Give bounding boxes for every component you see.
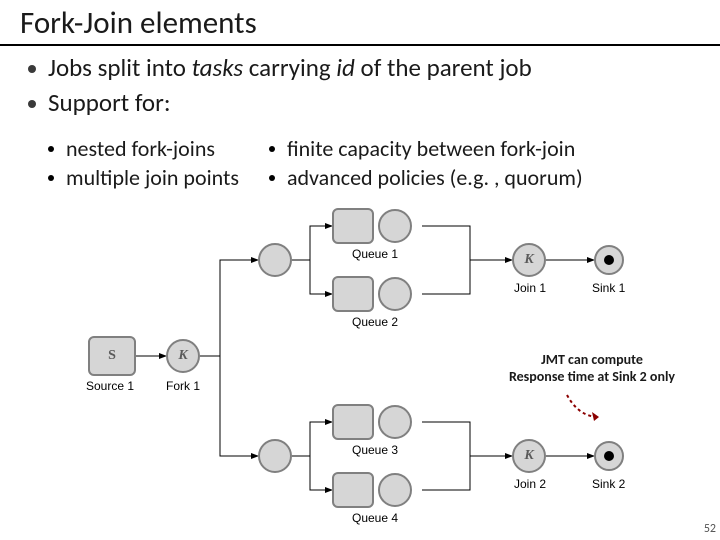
node-queue-3-server bbox=[378, 405, 412, 439]
sub-col-left: nested fork-joins multiple join points bbox=[48, 134, 239, 192]
node-join-1: K bbox=[512, 243, 546, 277]
label-source-1: Source 1 bbox=[86, 380, 134, 392]
caption: JMT can compute Response time at Sink 2 … bbox=[482, 352, 702, 386]
sub-bullets: nested fork-joins multiple join points f… bbox=[48, 134, 720, 192]
node-fork-1: K bbox=[166, 339, 200, 373]
node-queue-2-server bbox=[378, 277, 412, 311]
label-queue-4: Queue 4 bbox=[352, 512, 398, 524]
caption-arrow-icon bbox=[565, 393, 605, 423]
bullet-1-text-post: of the parent job bbox=[355, 52, 532, 83]
label-join-1: Join 1 bbox=[514, 282, 546, 294]
slide-title: Fork-Join elements bbox=[20, 4, 257, 42]
node-sink-2 bbox=[594, 441, 624, 471]
bullet-1-tasks: tasks bbox=[192, 52, 243, 83]
caption-line-2: Response time at Sink 2 only bbox=[482, 369, 702, 386]
main-bullet-list: Jobs split into tasks carrying id of the… bbox=[28, 52, 708, 121]
join2-glyph: K bbox=[514, 441, 544, 471]
label-queue-3: Queue 3 bbox=[352, 444, 398, 456]
sub-3: finite capacity between fork-join bbox=[269, 134, 583, 163]
join1-glyph: K bbox=[514, 245, 544, 275]
label-fork-1: Fork 1 bbox=[166, 380, 200, 392]
bullet-2: Support for: bbox=[28, 87, 708, 120]
page-number: 52 bbox=[704, 522, 716, 536]
sub-2: multiple join points bbox=[48, 163, 239, 192]
node-inner-fork-bottom bbox=[258, 439, 292, 473]
slide: Fork-Join elements Jobs split into tasks… bbox=[0, 0, 720, 540]
label-sink-2: Sink 2 bbox=[592, 478, 625, 490]
node-queue-4 bbox=[332, 472, 374, 508]
node-queue-1-server bbox=[378, 209, 412, 243]
source-glyph: S bbox=[90, 338, 134, 374]
bullet-1-text-pre: Jobs split into bbox=[48, 52, 192, 83]
node-join-2: K bbox=[512, 439, 546, 473]
sub-4: advanced policies (e.g. , quorum) bbox=[269, 163, 583, 192]
bullet-1-text-mid: carrying bbox=[243, 52, 336, 83]
label-queue-1: Queue 1 bbox=[352, 248, 398, 260]
node-sink-1 bbox=[594, 245, 624, 275]
node-inner-fork-top bbox=[258, 243, 292, 277]
title-rule bbox=[0, 44, 720, 46]
bullet-1-id: id bbox=[336, 52, 355, 83]
label-sink-1: Sink 1 bbox=[592, 282, 625, 294]
node-source-1: S bbox=[88, 336, 136, 376]
node-queue-1 bbox=[332, 208, 374, 244]
fork-glyph: K bbox=[168, 341, 198, 371]
label-queue-2: Queue 2 bbox=[352, 316, 398, 328]
node-queue-3 bbox=[332, 404, 374, 440]
node-queue-4-server bbox=[378, 473, 412, 507]
sub-col-right: finite capacity between fork-join advanc… bbox=[269, 134, 583, 192]
caption-line-1: JMT can compute bbox=[482, 352, 702, 369]
label-join-2: Join 2 bbox=[514, 478, 546, 490]
bullet-1: Jobs split into tasks carrying id of the… bbox=[28, 52, 708, 85]
sub-1: nested fork-joins bbox=[48, 134, 239, 163]
node-queue-2 bbox=[332, 276, 374, 312]
